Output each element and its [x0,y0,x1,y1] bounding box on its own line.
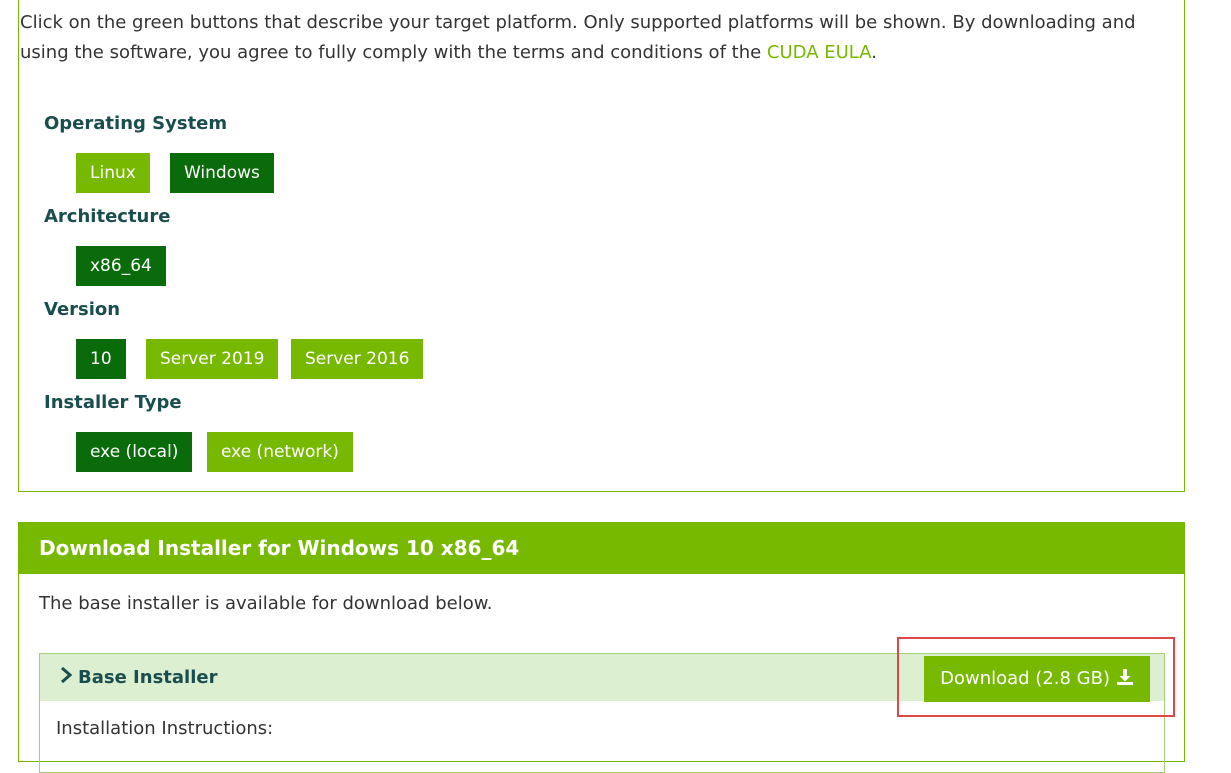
base-installer-toggle[interactable]: Base Installer [60,654,217,701]
download-panel: Download Installer for Windows 10 x86_64… [18,522,1185,773]
base-installer-panel: Base Installer Download (2.8 GB) Install… [39,653,1165,773]
download-button-label: Download (2.8 GB) [940,668,1110,689]
installer-type-label: Installer Type [44,392,182,413]
download-icon [1117,669,1133,685]
intro-text: Click on the green buttons that describe… [20,8,1140,68]
base-installer-title: Base Installer [78,667,218,688]
architecture-label: Architecture [44,206,171,227]
download-description: The base installer is available for down… [39,593,493,614]
version-label: Version [44,299,121,320]
download-header: Download Installer for Windows 10 x86_64 [19,523,1184,574]
installer-option-exe-network[interactable]: exe (network) [207,432,353,472]
installation-instructions-label: Installation Instructions: [56,718,274,739]
os-label: Operating System [44,113,228,134]
version-option-server-2019[interactable]: Server 2019 [146,339,279,379]
platform-selector [18,0,1185,492]
os-option-windows[interactable]: Windows [170,153,274,193]
os-option-linux[interactable]: Linux [76,153,150,193]
version-option-10[interactable]: 10 [76,339,126,379]
version-option-server-2016[interactable]: Server 2016 [291,339,424,379]
intro-end: . [871,42,877,63]
download-button[interactable]: Download (2.8 GB) [924,656,1150,702]
chevron-right-icon [60,654,73,701]
base-installer-header: Base Installer Download (2.8 GB) [40,654,1164,702]
arch-option-x86_64[interactable]: x86_64 [76,246,166,286]
installer-option-exe-local[interactable]: exe (local) [76,432,193,472]
cuda-eula-link[interactable]: CUDA EULA [767,42,871,63]
intro-body: Click on the green buttons that describe… [20,12,1136,63]
